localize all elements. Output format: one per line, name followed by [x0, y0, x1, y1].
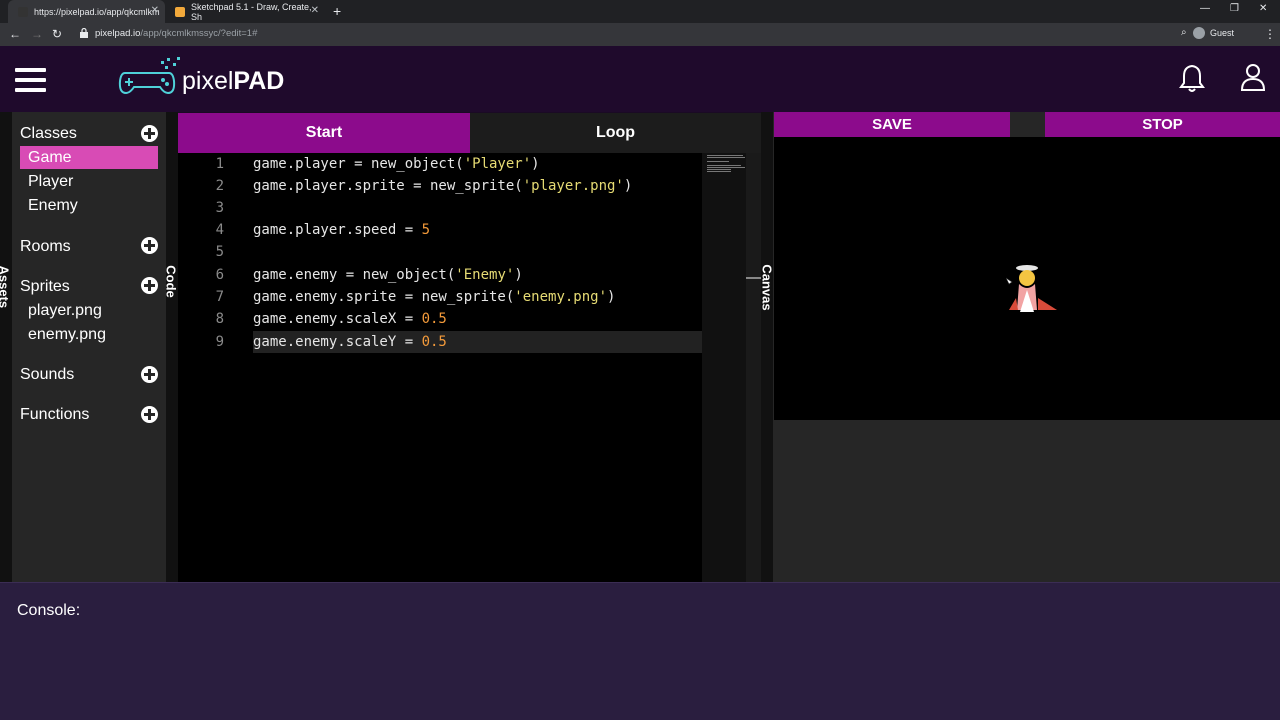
code-line[interactable]: game.player = new_object('Player') — [253, 156, 540, 172]
console-panel[interactable] — [0, 582, 1280, 720]
profile-label: Guest — [1209, 28, 1234, 38]
browser-tab-title: Sketchpad 5.1 - Draw, Create, Sh — [191, 1, 312, 22]
add-sound-icon[interactable] — [141, 366, 158, 383]
minimap-line — [707, 157, 745, 158]
minimap-line — [707, 165, 741, 166]
add-room-icon[interactable] — [141, 237, 158, 254]
code-line[interactable]: game.enemy.scaleY = 0.5 — [253, 334, 447, 350]
sprite-item-enemy[interactable]: enemy.png — [28, 326, 106, 344]
forward-icon[interactable]: → — [31, 27, 43, 41]
back-icon[interactable]: ← — [9, 27, 21, 41]
add-sprite-icon[interactable] — [141, 277, 158, 294]
tab-loop[interactable]: Loop — [470, 113, 761, 153]
line-number: 7 — [215, 289, 224, 305]
stop-button[interactable]: STOP — [1045, 112, 1280, 137]
console-label: Console: — [17, 602, 81, 619]
minimap-line — [707, 169, 731, 170]
line-number: 5 — [215, 244, 224, 260]
line-number: 2 — [215, 178, 224, 194]
pixelpad-favicon-icon — [18, 6, 28, 17]
code-collapse-strip[interactable] — [166, 112, 178, 582]
line-number: 3 — [215, 200, 224, 216]
lock-icon — [80, 28, 88, 38]
menu-kebab-icon[interactable]: ⋮ — [1264, 27, 1276, 41]
notification-bell-icon[interactable] — [1178, 63, 1206, 93]
code-vertical-label: Code — [163, 265, 179, 298]
sketchpad-favicon-icon — [175, 6, 185, 17]
app-header: pixelPAD — [0, 46, 1280, 112]
reload-icon[interactable]: ↻ — [52, 27, 62, 41]
game-sprite-image — [1006, 265, 1057, 312]
minimap-line — [707, 167, 745, 168]
section-sprites: Sprites — [20, 278, 70, 295]
browser-tab-title: https://pixelpad.io/app/qkcmlkm — [34, 6, 160, 17]
avatar — [1192, 27, 1205, 39]
new-tab-icon[interactable]: + — [333, 3, 341, 19]
logo-bold: PAD — [233, 67, 285, 95]
url-field[interactable]: pixelpad.io/app/qkcmlkmssyc/?edit=1# — [95, 28, 257, 39]
minimize-icon[interactable]: — — [1200, 3, 1210, 14]
class-item-game[interactable]: Game — [28, 149, 72, 167]
section-sounds: Sounds — [20, 366, 75, 383]
tab-start[interactable]: Start — [178, 113, 470, 153]
browser-tabbar: https://pixelpad.io/app/qkcmlkm ✕ Sketch… — [0, 0, 1280, 23]
restore-icon[interactable]: ❐ — [1230, 3, 1239, 14]
line-number: 9 — [215, 334, 224, 350]
code-minimap[interactable] — [702, 153, 746, 582]
code-line[interactable]: game.enemy = new_object('Enemy') — [253, 267, 523, 283]
add-class-icon[interactable] — [141, 125, 158, 142]
browser-tab-sketchpad[interactable]: Sketchpad 5.1 - Draw, Create, Sh ✕ — [165, 0, 325, 23]
editor-scrollbar[interactable] — [746, 153, 761, 582]
line-number: 6 — [215, 267, 224, 283]
hamburger-menu-icon[interactable] — [15, 68, 46, 92]
code-line[interactable]: game.player.speed = 5 — [253, 222, 430, 238]
close-tab-icon[interactable]: ✕ — [151, 5, 159, 16]
zoom-icon[interactable]: ⌕ — [1181, 27, 1187, 38]
close-window-icon[interactable]: ✕ — [1259, 3, 1267, 14]
add-function-icon[interactable] — [141, 406, 158, 423]
url-path: /app/qkcmlkmssyc/?edit=1# — [140, 28, 258, 39]
minimap-line — [707, 161, 729, 162]
code-editor[interactable] — [178, 153, 702, 582]
address-bar: ← → ↻ pixelpad.io/app/qkcmlkmssyc/?edit=… — [0, 23, 1280, 46]
save-button[interactable]: SAVE — [774, 112, 1010, 137]
profile-button[interactable]: Guest — [1192, 27, 1234, 39]
line-number: 8 — [215, 311, 224, 327]
code-line[interactable]: game.enemy.scaleX = 0.5 — [253, 311, 447, 327]
browser-tab-pixelpad[interactable]: https://pixelpad.io/app/qkcmlkm ✕ — [8, 0, 165, 23]
line-number: 1 — [215, 156, 224, 172]
code-line[interactable]: game.player.sprite = new_sprite('player.… — [253, 178, 632, 194]
canvas-collapse-strip[interactable] — [761, 112, 773, 582]
app-logo-text: pixelPAD — [182, 67, 284, 96]
class-item-player[interactable]: Player — [28, 173, 73, 191]
section-rooms: Rooms — [20, 238, 71, 255]
url-host: pixelpad.io — [95, 28, 141, 39]
logo-light: pixel — [182, 67, 234, 95]
close-tab-icon[interactable]: ✕ — [311, 5, 319, 16]
line-number: 4 — [215, 222, 224, 238]
section-functions: Functions — [20, 406, 90, 423]
sprite-item-player[interactable]: player.png — [28, 302, 102, 320]
assets-collapse-strip[interactable] — [0, 112, 12, 582]
gamepad-logo-icon — [118, 57, 180, 95]
code-line[interactable]: game.enemy.sprite = new_sprite('enemy.pn… — [253, 289, 615, 305]
section-classes: Classes — [20, 125, 77, 142]
minimap-line — [707, 155, 743, 156]
class-item-enemy[interactable]: Enemy — [28, 197, 78, 215]
user-account-icon[interactable] — [1239, 62, 1267, 92]
assets-vertical-label: Assets — [0, 265, 12, 309]
minimap-line — [707, 171, 731, 172]
